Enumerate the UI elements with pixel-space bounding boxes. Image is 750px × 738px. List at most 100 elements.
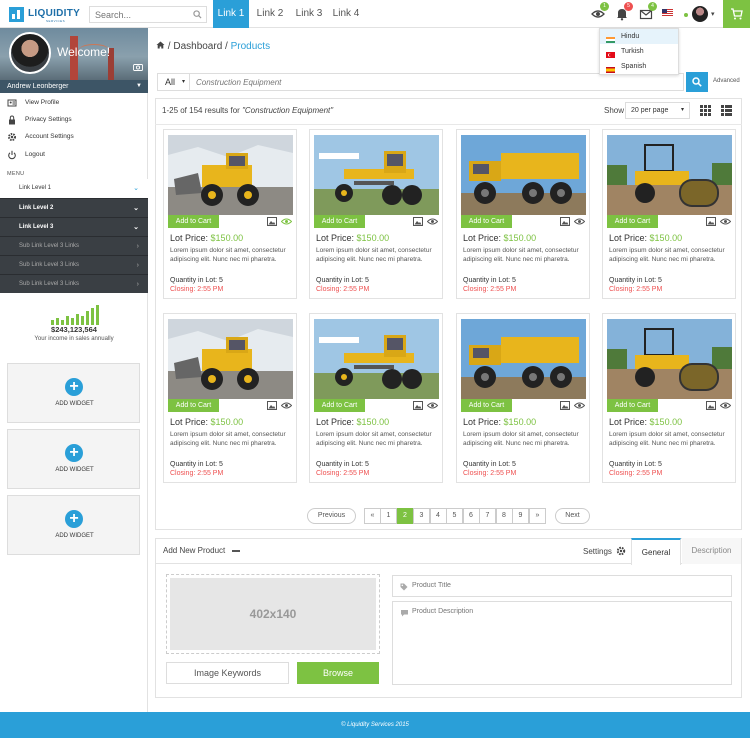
list-view-icon[interactable] [721,105,732,116]
envelope-icon[interactable]: 4 [639,2,657,21]
sidebar-link-level-1[interactable]: Link Level 1 ⌄ [0,179,148,198]
product-image[interactable] [168,135,293,215]
pagination-last[interactable]: » [529,508,546,524]
add-to-cart-button[interactable]: Add to Cart [314,215,365,228]
nav-link-2[interactable]: Link 2 [252,0,288,28]
advanced-search-link[interactable]: Advanced [713,78,740,84]
add-widget-button[interactable]: + ADD WIDGET [7,495,140,555]
watch-eye-icon[interactable] [573,217,586,226]
image-icon[interactable] [560,401,570,410]
add-to-cart-button[interactable]: Add to Cart [168,215,219,228]
profile-avatar[interactable] [9,32,51,74]
add-to-cart-button[interactable]: Add to Cart [607,399,658,412]
category-filter-select[interactable]: All ▾ [157,73,190,91]
pagination-page[interactable]: 7 [479,508,496,524]
browse-button[interactable]: Browse [297,662,379,684]
add-widget-button[interactable]: + ADD WIDGET [7,429,140,489]
sidebar-item-view-profile[interactable]: View Profile [0,94,148,111]
pagination-previous[interactable]: Previous [307,508,356,524]
home-icon[interactable] [156,41,168,52]
user-avatar[interactable] [692,6,708,22]
settings-button[interactable]: Settings [583,546,626,556]
image-icon[interactable] [413,401,423,410]
image-icon[interactable] [267,217,277,226]
tab-description[interactable]: Description [682,538,741,564]
collapse-icon[interactable] [232,550,240,552]
breadcrumb-dashboard[interactable]: Dashboard [173,41,222,52]
sidebar-sub-link[interactable]: Sub Link Level 3 Links › [0,274,148,293]
pagination-page[interactable]: 4 [429,508,447,524]
top-search-input[interactable] [90,7,190,22]
username-bar[interactable]: Andrew Leonberger ▼ [0,80,148,93]
sidebar-item-logout[interactable]: Logout [0,146,148,163]
per-page-select[interactable]: 20 per page ▾ [625,102,690,119]
product-card[interactable]: Add to Cart Lot Price: $150.00 Lorem ipsum… [163,129,297,299]
cart-button[interactable] [723,0,750,28]
product-image[interactable] [607,319,732,399]
product-card[interactable]: Add to Cart Lot Price: $150.00 Lorem ipsum… [309,129,443,299]
camera-icon[interactable] [133,63,143,73]
image-icon[interactable] [706,217,716,226]
pagination-page[interactable]: 5 [446,508,463,524]
image-icon[interactable] [560,217,570,226]
image-icon[interactable] [267,401,277,410]
chevron-down-icon[interactable]: ▾ [711,10,715,18]
product-card[interactable]: Add to Cart Lot Price: $150.00 Lorem ipsum… [163,313,297,483]
product-image[interactable] [314,319,439,399]
watch-eye-icon[interactable] [280,217,293,226]
watch-eye-icon[interactable] [573,401,586,410]
product-card[interactable]: Add to Cart Lot Price: $150.00 Lorem ipsum… [456,313,590,483]
product-title-input[interactable] [393,576,723,589]
add-to-cart-button[interactable]: Add to Cart [168,399,219,412]
nav-link-1[interactable]: Link 1 [213,0,249,28]
sidebar-item-account-settings[interactable]: Account Settings [0,128,148,145]
image-icon[interactable] [706,401,716,410]
add-to-cart-button[interactable]: Add to Cart [461,399,512,412]
sidebar-sub-link[interactable]: Sub Link Level 3 Links › [0,236,148,255]
pagination-page[interactable]: 9 [512,508,529,524]
pagination-page[interactable]: 8 [495,508,513,524]
product-card[interactable]: Add to Cart Lot Price: $150.00 Lorem ipsum… [602,313,736,483]
product-image[interactable] [461,135,586,215]
bell-icon[interactable]: 5 [615,2,633,21]
search-button[interactable] [686,72,708,92]
product-card[interactable]: Add to Cart Lot Price: $150.00 Lorem ipsum… [602,129,736,299]
language-option-spanish[interactable]: Spanish [600,59,678,74]
brand-logo-icon[interactable] [9,7,24,22]
watch-eye-icon[interactable] [426,217,439,226]
pagination-page[interactable]: 6 [462,508,480,524]
product-image[interactable] [607,135,732,215]
pagination-page[interactable]: 2 [396,508,414,524]
pagination-first[interactable]: « [364,508,381,524]
image-icon[interactable] [413,217,423,226]
pagination-page[interactable]: 1 [380,508,397,524]
search-icon[interactable] [193,10,202,21]
watch-eye-icon[interactable] [280,401,293,410]
product-image[interactable] [461,319,586,399]
sidebar-link-level-3[interactable]: Link Level 3 ⌄ [0,217,148,236]
nav-link-4[interactable]: Link 4 [328,0,364,28]
sidebar-link-level-2[interactable]: Link Level 2 ⌄ [0,198,148,217]
language-option-hindu[interactable]: Hindu [600,29,678,44]
tab-general[interactable]: General [631,538,681,565]
grid-view-icon[interactable] [700,105,711,116]
add-to-cart-button[interactable]: Add to Cart [314,399,365,412]
product-description-input[interactable] [393,602,723,636]
product-image[interactable] [314,135,439,215]
product-card[interactable]: Add to Cart Lot Price: $150.00 Lorem ipsum… [309,313,443,483]
watch-eye-icon[interactable] [426,401,439,410]
image-dropzone[interactable]: 402x140 [166,574,380,654]
watch-eye-icon[interactable] [719,217,732,226]
eye-icon[interactable]: 1 [591,2,609,21]
product-card[interactable]: Add to Cart Lot Price: $150.00 Lorem ipsum… [456,129,590,299]
add-to-cart-button[interactable]: Add to Cart [461,215,512,228]
us-flag-icon[interactable] [662,9,673,19]
watch-eye-icon[interactable] [719,401,732,410]
brand-name[interactable]: LIQUIDITY [28,8,80,19]
image-keywords-button[interactable]: Image Keywords [166,662,289,684]
pagination-page[interactable]: 3 [413,508,430,524]
sidebar-item-privacy-settings[interactable]: Privacy Settings [0,111,148,128]
product-image[interactable] [168,319,293,399]
language-option-turkish[interactable]: Turkish [600,44,678,59]
product-search-input[interactable] [190,74,670,90]
